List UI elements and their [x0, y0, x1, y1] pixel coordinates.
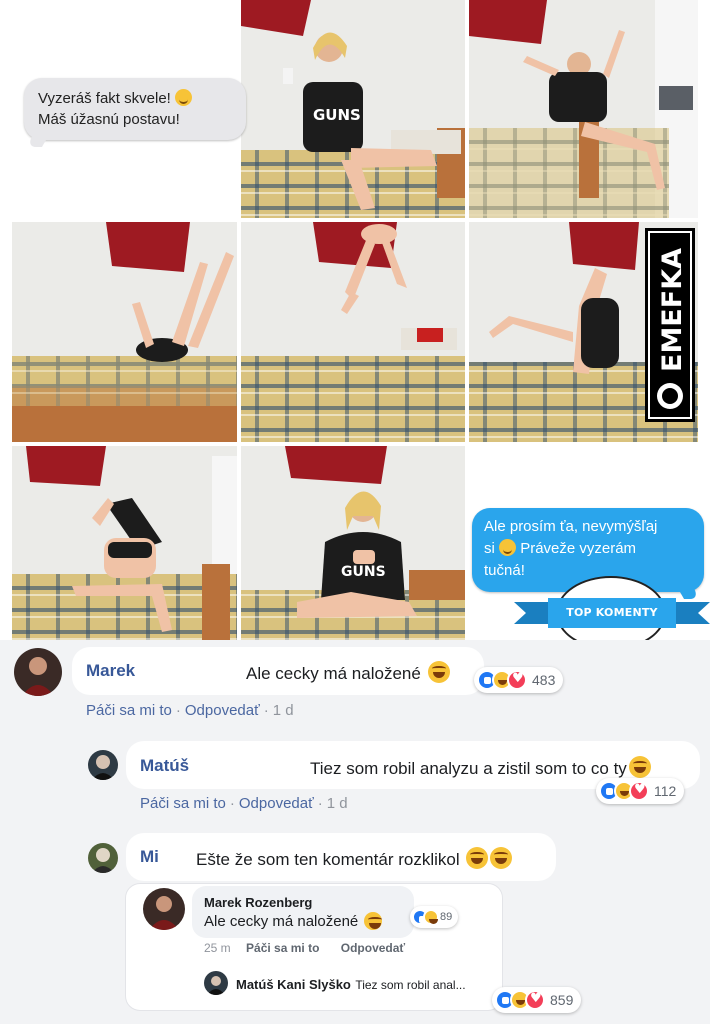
reply-link[interactable]: Odpovedať [185, 702, 260, 719]
nested-comment-text: Ale cecky má naložené [204, 912, 383, 930]
laughing-emoji-icon [364, 912, 383, 930]
love-reaction-icon [507, 670, 527, 690]
svg-text:GUNS: GUNS [341, 564, 386, 580]
smirk-emoji-icon [175, 89, 192, 106]
photo-collage: GUNS EMEFKA GUNS Vyzeráš fakt skvele! Má… [12, 0, 704, 640]
comment-author[interactable]: Mi [140, 847, 159, 867]
nested-comment-actions: 25 m Páči sa mi to Odpovedať [204, 941, 405, 955]
reaction-summary[interactable]: 112 [596, 778, 685, 804]
reply-link[interactable]: Odpovedať [239, 795, 314, 812]
photo-tile-5: EMEFKA [469, 222, 698, 442]
avatar[interactable] [88, 843, 118, 873]
speech-bubble-left: Vyzeráš fakt skvele! Máš úžasnú postavu! [24, 78, 246, 140]
photo-tile-1: GUNS [241, 0, 465, 218]
laughing-emoji-icon [490, 847, 513, 869]
bubble-right-line2a: si [484, 540, 495, 557]
nested-reaction-summary: 89 [410, 906, 459, 928]
photo-tile-3 [12, 222, 237, 442]
comment-text: Ale cecky má naložené [246, 661, 450, 684]
shirt-text: GUNS [313, 106, 361, 124]
reaction-summary[interactable]: 859 [492, 987, 582, 1013]
nested-reply-text: Tiez som robil anal... [355, 978, 466, 992]
love-reaction-icon [629, 781, 649, 801]
love-reaction-icon [525, 990, 545, 1010]
nested-reply-preview: Matúš Kani Slyško Tiez som robil anal... [236, 976, 466, 994]
comment-time[interactable]: 1 d [327, 795, 348, 812]
comment-author[interactable]: Matúš [140, 756, 189, 776]
nested-comment-author: Marek Rozenberg [204, 895, 313, 910]
comment-text: Ešte že som ten komentár rozklikol [196, 847, 513, 870]
bubble-right-line1: Ale prosím ťa, nevymýšľaj [484, 518, 658, 535]
reaction-count: 112 [654, 783, 677, 799]
avatar [143, 888, 185, 930]
reaction-summary[interactable]: 483 [474, 667, 564, 693]
laughing-emoji-icon [427, 661, 450, 683]
bubble-left-line1: Vyzeráš fakt skvele! [38, 90, 171, 107]
like-link[interactable]: Páči sa mi to [86, 702, 172, 719]
comment-actions: Páči sa mi to · Odpovedať · 1 d [140, 795, 348, 812]
reaction-count: 483 [532, 672, 556, 688]
avatar[interactable] [88, 750, 118, 780]
photo-tile-6 [12, 446, 237, 640]
nested-reply-author: Matúš Kani Slyško [236, 977, 351, 992]
avatar[interactable] [14, 648, 62, 696]
laughing-emoji-icon [628, 756, 651, 778]
comment-author[interactable]: Marek [86, 661, 135, 681]
watermark-text: EMEFKA [657, 248, 688, 372]
photo-tile-4 [241, 222, 465, 442]
photo-tile-7: GUNS [241, 446, 465, 640]
nested-comment-time: 25 m [204, 941, 231, 955]
like-link[interactable]: Páči sa mi to [140, 795, 226, 812]
bubble-left-line2: Máš úžasnú postavu! [38, 111, 180, 128]
nested-reaction-count: 89 [440, 911, 453, 923]
nested-reply-link: Odpovedať [340, 941, 406, 955]
laughing-emoji-icon [466, 847, 489, 869]
reaction-count: 859 [550, 992, 574, 1008]
blush-emoji-icon [499, 539, 517, 556]
bubble-right-line2b: Práveže vyzerám [520, 540, 637, 557]
photo-tile-2 [469, 0, 698, 218]
top-komenty-label: TOP KOMENTY [548, 598, 676, 628]
comment-text: Tiez som robil analyzu a zistil som to c… [310, 756, 651, 779]
haha-reaction-icon [423, 909, 439, 925]
comment-actions: Páči sa mi to · Odpovedať · 1 d [86, 702, 294, 719]
avatar [204, 971, 228, 995]
comment-time[interactable]: 1 d [273, 702, 294, 719]
nested-like-link: Páči sa mi to [246, 941, 320, 955]
